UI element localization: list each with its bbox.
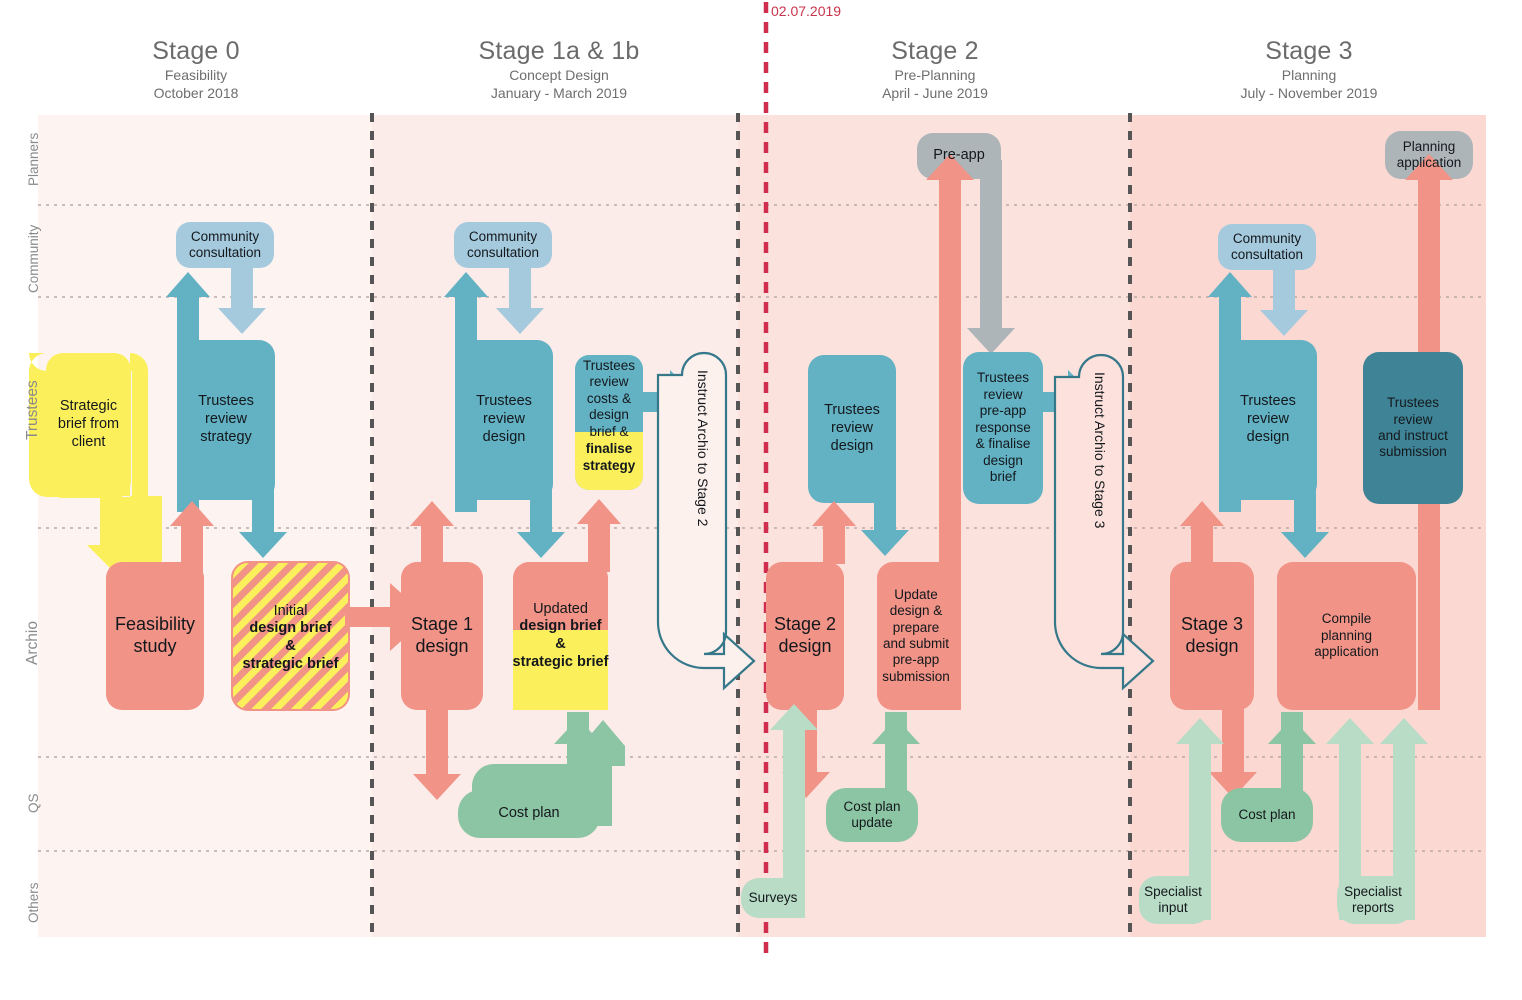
node-stage1-design (401, 562, 483, 710)
stage-header-1: Stage 1a & 1b Concept Design January - M… (446, 36, 672, 102)
diagram-graphics (29, 2, 1486, 962)
node-feasibility-study (106, 562, 204, 710)
stage-title: Stage 0 (152, 37, 240, 65)
milestone-date-label: 02.07.2019 (771, 3, 842, 19)
stage-phase: Planning (1281, 67, 1337, 84)
arrow-costplanupd-up (885, 712, 907, 742)
arrow-costplan-up-s1 (567, 712, 589, 742)
swimlane-label-planners: Planners (26, 132, 41, 186)
swimlane-label-archio: Archio (24, 621, 41, 665)
swimlane-label-community: Community (26, 224, 41, 293)
stage-dates: April - June 2019 (882, 84, 988, 101)
stage-phase: Pre-Planning (894, 67, 976, 84)
node-stage2-design (766, 562, 844, 710)
node-trustees-preapp-response (963, 352, 1043, 504)
label-instruct-archio-stage2: Instruct Archio to Stage 2 (695, 370, 711, 527)
node-trustees-review-instruct (1363, 352, 1463, 504)
stage-header-2: Stage 2 Pre-Planning April - June 2019 (822, 36, 1048, 102)
node-compile-planning-application (1277, 562, 1416, 710)
swimlane-label-trustees: Trustees (24, 380, 41, 440)
node-initial-design-brief (231, 561, 350, 711)
node-community-consultation-s1 (454, 222, 552, 268)
node-stage3-design (1170, 562, 1254, 710)
node-update-design-submit (877, 562, 955, 710)
label-instruct-archio-stage3: Instruct Archio to Stage 3 (1092, 372, 1108, 529)
stage-dates: July - November 2019 (1240, 84, 1378, 101)
stage-title: Stage 1a & 1b (478, 37, 640, 65)
stage-title: Stage 2 (891, 37, 979, 65)
diagram-canvas: Stage 0 Feasibility October 2018 Stage 1… (0, 0, 1522, 1000)
stage-dates: October 2018 (153, 84, 239, 101)
stage-phase: Concept Design (509, 67, 609, 84)
swimlane-label-qs: QS (26, 793, 41, 813)
stage-header-3: Stage 3 Planning July - November 2019 (1196, 36, 1422, 102)
stage-title: Stage 3 (1265, 37, 1353, 65)
arrow-costplan-up-s3 (1281, 712, 1303, 742)
stage-phase: Feasibility (164, 67, 228, 84)
swimlane-label-others: Others (26, 882, 41, 923)
node-community-consultation-s0 (176, 222, 274, 268)
node-community-consultation-s3 (1218, 224, 1316, 270)
stage-header-0: Stage 0 Feasibility October 2018 (88, 36, 304, 102)
stage-dates: January - March 2019 (490, 84, 628, 101)
